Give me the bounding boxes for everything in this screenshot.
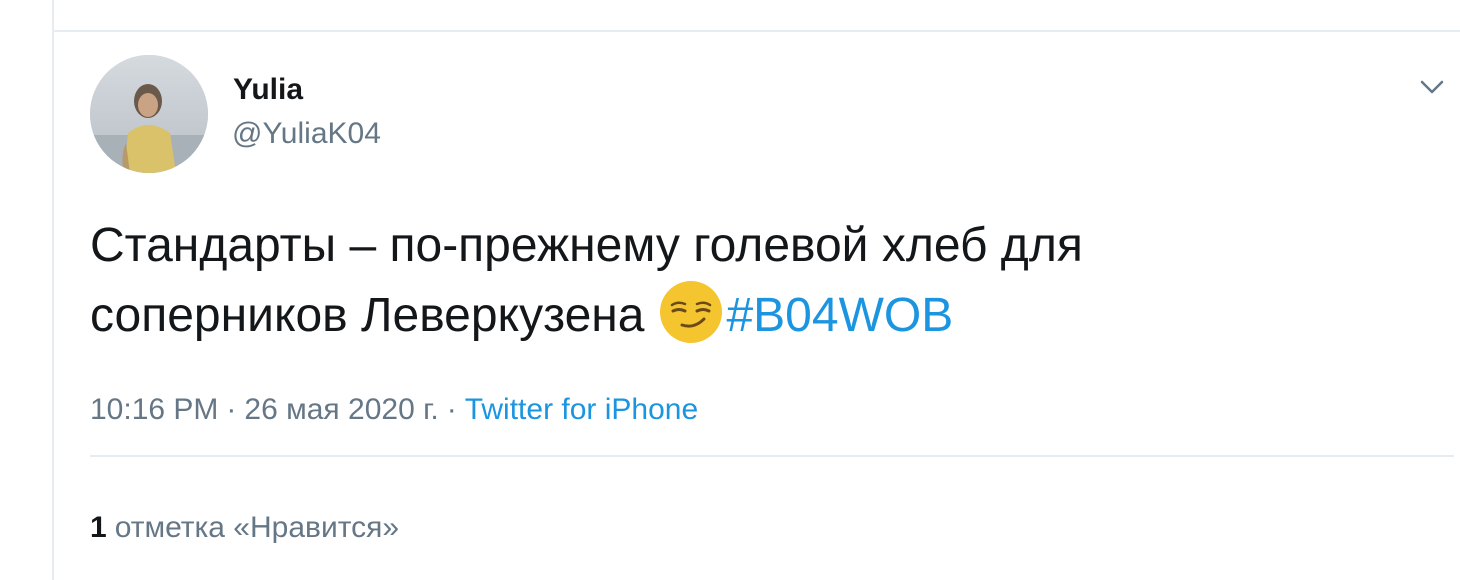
tweet-date[interactable]: 26 мая 2020 г. <box>244 393 438 426</box>
tweet-text-line-2-words: соперников Леверкузена <box>90 289 645 342</box>
hashtag-link[interactable]: #B04WOB <box>726 289 953 342</box>
author-handle[interactable]: @YuliaK04 <box>232 114 381 154</box>
likes-count-link[interactable]: 1 отметка «Нравится» <box>90 508 399 548</box>
likes-count: 1 <box>90 511 107 544</box>
tweet-time[interactable]: 10:16 PM <box>90 393 218 426</box>
smirking-face-emoji-icon <box>660 281 723 343</box>
stats-divider <box>90 455 1454 457</box>
tweet-metadata: 10:16 PM · 26 мая 2020 г. · Twitter for iPho… <box>90 390 698 430</box>
top-divider <box>54 30 1460 32</box>
tweet-page: Yulia @YuliaK04 Стандарты – по-прежнему … <box>0 0 1460 580</box>
column-border <box>52 0 54 580</box>
avatar[interactable] <box>90 55 208 173</box>
tweet-text-line-2: соперников Леверкузена #B04WOB <box>90 279 1390 349</box>
tweet-text: Стандарты – по-прежнему голевой хлеб для… <box>90 212 1390 349</box>
tweet-text-line-1: Стандарты – по-прежнему голевой хлеб для <box>90 219 1083 272</box>
tweet-menu-button[interactable] <box>1412 70 1452 106</box>
tweet-source-link[interactable]: Twitter for iPhone <box>465 393 698 426</box>
likes-label: отметка «Нравится» <box>114 511 400 544</box>
chevron-down-icon <box>1420 80 1444 94</box>
meta-separator: · <box>226 393 237 426</box>
author-display-name[interactable]: Yulia <box>233 70 303 110</box>
meta-separator-2: · <box>446 393 457 426</box>
avatar-photo-icon <box>90 55 208 173</box>
